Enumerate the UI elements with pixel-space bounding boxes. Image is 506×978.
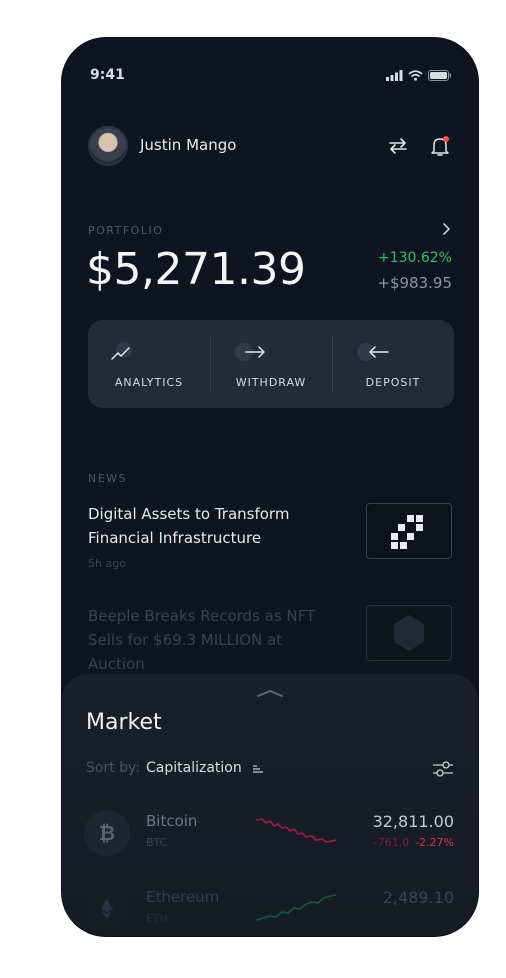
phone-screen: 9:41 Justin Mango PORTFOLIO $5,271.39 +1… (62, 38, 478, 936)
deposit-button[interactable]: DEPOSIT (332, 320, 454, 408)
coin-price: 2,489.10 (382, 888, 454, 907)
analytics-icon (111, 342, 132, 360)
withdraw-label: WITHDRAW (235, 376, 307, 389)
chevron-up-icon[interactable] (256, 688, 284, 698)
wifi-icon (408, 69, 423, 81)
coin-change-amount: -761.0 (373, 836, 410, 849)
coin-change: -761.0 -2.27% (374, 836, 454, 849)
portfolio-balance: $5,271.39 (86, 244, 306, 295)
sparkline-down (256, 818, 336, 843)
news-thumbnail[interactable] (366, 605, 452, 661)
coin-price: 32,811.00 (372, 812, 454, 831)
coin-row-bitcoin[interactable]: ₿ Bitcoin BTC 32,811.00 -761.0 -2.27% (84, 804, 454, 860)
news-label: NEWS (88, 472, 128, 485)
coin-name: Ethereum (146, 888, 220, 906)
withdraw-button[interactable]: WITHDRAW (210, 320, 332, 408)
signal-icon (386, 69, 403, 81)
coin-row-ethereum[interactable]: Ethereum ETH 2,489.10 (84, 880, 454, 936)
analytics-button[interactable]: ANALYTICS (88, 320, 210, 408)
quick-actions: ANALYTICS WITHDRAW DEPOSIT (88, 320, 454, 408)
market-sheet: Market Sort by: Capitalization ₿ Bitcoin… (62, 674, 478, 936)
news-time: 5h ago (88, 557, 126, 570)
arrow-left-icon (357, 343, 389, 361)
bitcoin-icon: ₿ (84, 810, 130, 856)
user-name: Justin Mango (140, 136, 237, 154)
notification-dot (443, 136, 449, 142)
chevron-right-icon[interactable] (442, 222, 452, 236)
sort-icon[interactable] (252, 764, 264, 774)
coin-change-percent: -2.27% (415, 836, 454, 849)
swap-icon[interactable] (386, 134, 410, 158)
analytics-label: ANALYTICS (114, 376, 184, 389)
portfolio-label: PORTFOLIO (88, 224, 164, 237)
status-bar: 9:41 (90, 64, 452, 86)
profile-header: Justin Mango (88, 126, 452, 166)
ethereum-icon (84, 886, 130, 932)
news-title[interactable]: Beeple Breaks Records as NFT Sells for $… (88, 604, 338, 676)
portfolio-change-percent: +130.62% (377, 250, 452, 266)
coin-symbol: BTC (146, 836, 168, 849)
coin-name: Bitcoin (146, 812, 198, 830)
status-time: 9:41 (90, 67, 125, 83)
pixel-logo-icon (391, 515, 423, 549)
news-title[interactable]: Digital Assets to Transform Financial In… (88, 502, 328, 550)
filter-icon[interactable] (432, 760, 454, 778)
bell-icon[interactable] (428, 134, 452, 158)
status-icons (386, 68, 452, 82)
nft-logo-icon (394, 615, 424, 651)
sort-label: Sort by: (86, 760, 141, 776)
arrow-right-icon (235, 343, 265, 361)
market-title: Market (86, 710, 162, 735)
avatar[interactable] (88, 126, 128, 166)
sparkline-up (256, 894, 336, 921)
sort-dropdown[interactable]: Capitalization (146, 760, 242, 776)
news-thumbnail[interactable] (366, 503, 452, 559)
deposit-label: DEPOSIT (365, 376, 421, 389)
battery-icon (428, 69, 451, 81)
coin-symbol: ETH (146, 912, 168, 925)
portfolio-change-amount: +$983.95 (377, 274, 452, 292)
